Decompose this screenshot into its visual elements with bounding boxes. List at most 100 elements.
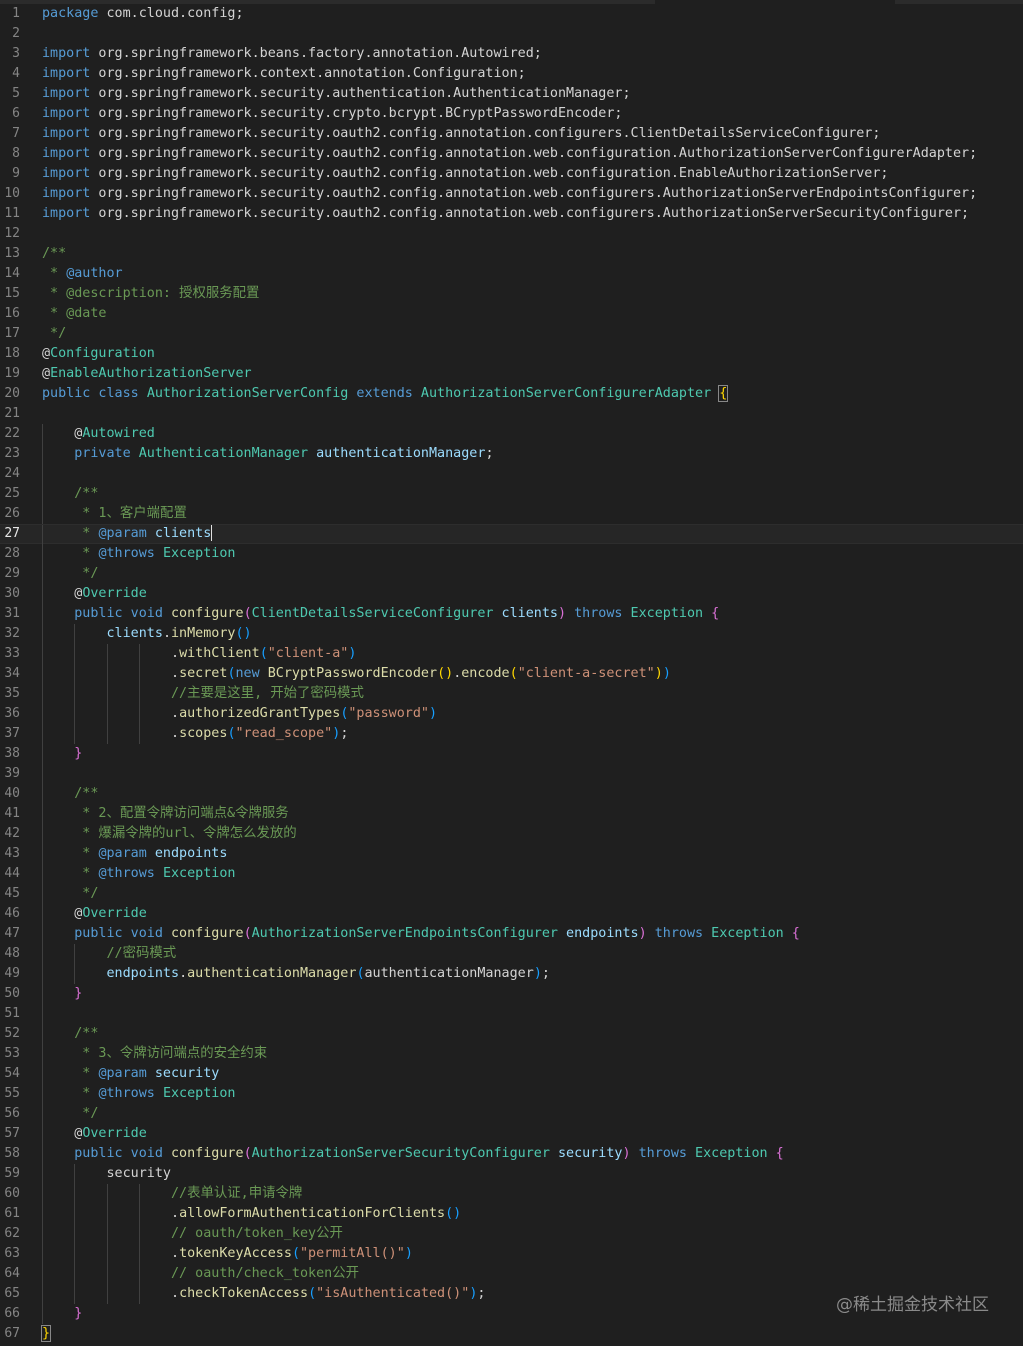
code-line[interactable]: 67} bbox=[0, 1324, 1023, 1344]
code-line[interactable]: 26 * 1、客户端配置 bbox=[0, 504, 1023, 524]
code-line[interactable]: 20 public class AuthorizationServerConfig… bbox=[0, 384, 1023, 404]
code-line[interactable]: 5 import org.springframework.security.aut… bbox=[0, 84, 1023, 104]
code-line[interactable]: 39 bbox=[0, 764, 1023, 784]
code-line[interactable]: 63 .tokenKeyAccess("permitAll()") bbox=[0, 1244, 1023, 1264]
code-line[interactable]: 47 public void configure(AuthorizationSe… bbox=[0, 924, 1023, 944]
code-line[interactable]: 56 */ bbox=[0, 1104, 1023, 1124]
code-token: throws bbox=[630, 1146, 696, 1161]
code-line[interactable]: 28 * @throws Exception bbox=[0, 544, 1023, 564]
code-line[interactable]: 33 .withClient("client-a") bbox=[0, 644, 1023, 664]
code-line[interactable]: 8 import org.springframework.security.oau… bbox=[0, 144, 1023, 164]
code-token: () bbox=[235, 626, 252, 641]
code-line[interactable]: 46 @Override bbox=[0, 904, 1023, 924]
code-line[interactable]: 64 // oauth/check_token公开 bbox=[0, 1264, 1023, 1284]
code-token: "read_scope" bbox=[235, 726, 333, 741]
code-line[interactable]: 35 //主要是这里, 开始了密码模式 bbox=[0, 684, 1023, 704]
code-line[interactable]: 25 /** bbox=[0, 484, 1023, 504]
line-number: 44 bbox=[4, 866, 20, 881]
code-line[interactable]: 17 */ bbox=[0, 324, 1023, 344]
code-text: .secret(new BCryptPasswordEncoder().enco… bbox=[42, 664, 671, 684]
code-token: @param bbox=[98, 1066, 147, 1081]
code-token: authenticationManager bbox=[364, 966, 534, 981]
code-token: ( bbox=[227, 666, 236, 681]
code-line[interactable]: 27 * @param clients bbox=[0, 524, 1023, 545]
code-token: // oauth/check_token公开 bbox=[42, 1266, 360, 1281]
code-line[interactable]: 24 bbox=[0, 464, 1023, 484]
code-text: import org.springframework.context.annot… bbox=[42, 64, 526, 84]
code-line[interactable]: 2 bbox=[0, 24, 1023, 44]
line-number: 18 bbox=[4, 346, 20, 361]
code-line[interactable]: 59 security bbox=[0, 1164, 1023, 1184]
line-number: 43 bbox=[4, 846, 20, 861]
code-token: * 3、令牌访问端点的安全约束 bbox=[42, 1046, 268, 1061]
code-line[interactable]: 32 clients.inMemory() bbox=[0, 624, 1023, 644]
code-text: security bbox=[42, 1164, 171, 1184]
code-editor[interactable]: 1 package com.cloud.config; 2 3 import org.s… bbox=[0, 0, 1023, 1346]
code-line[interactable]: 36 .authorizedGrantTypes("password") bbox=[0, 704, 1023, 724]
code-line[interactable]: 50 } bbox=[0, 984, 1023, 1004]
code-line[interactable]: 48 //密码模式 bbox=[0, 944, 1023, 964]
code-text: * 1、客户端配置 bbox=[42, 504, 187, 524]
code-line[interactable]: 29 */ bbox=[0, 564, 1023, 584]
code-line[interactable]: 37 .scopes("read_scope"); bbox=[0, 724, 1023, 744]
code-line[interactable]: 62 // oauth/token_key公开 bbox=[0, 1224, 1023, 1244]
code-line[interactable]: 45 */ bbox=[0, 884, 1023, 904]
code-line[interactable]: 3 import org.springframework.beans.factor… bbox=[0, 44, 1023, 64]
code-token: secret bbox=[179, 666, 228, 681]
line-number: 33 bbox=[4, 646, 20, 661]
code-token: import bbox=[42, 186, 91, 201]
line-number: 41 bbox=[4, 806, 20, 821]
code-line[interactable]: 51 bbox=[0, 1004, 1023, 1024]
code-line[interactable]: 7 import org.springframework.security.oau… bbox=[0, 124, 1023, 144]
line-number: 20 bbox=[4, 386, 20, 401]
code-line[interactable]: 31 public void configure(ClientDetailsSe… bbox=[0, 604, 1023, 624]
code-line[interactable]: 58 public void configure(AuthorizationSe… bbox=[0, 1144, 1023, 1164]
code-token: AuthorizationServerConfigurerAdapter bbox=[420, 386, 712, 401]
code-line[interactable]: 55 * @throws Exception bbox=[0, 1084, 1023, 1104]
code-line[interactable]: 10 import org.springframework.security.oa… bbox=[0, 184, 1023, 204]
code-line[interactable]: 16 * @date bbox=[0, 304, 1023, 324]
code-line[interactable]: 34 .secret(new BCryptPasswordEncoder().e… bbox=[0, 664, 1023, 684]
code-token: @ bbox=[42, 346, 51, 361]
code-line[interactable]: 30 @Override bbox=[0, 584, 1023, 604]
code-line[interactable]: 6 import org.springframework.security.cry… bbox=[0, 104, 1023, 124]
code-line[interactable]: 12 bbox=[0, 224, 1023, 244]
code-line[interactable]: 4 import org.springframework.context.anno… bbox=[0, 64, 1023, 84]
code-line[interactable]: 22 @Autowired bbox=[0, 424, 1023, 444]
code-line[interactable]: 18 @Configuration bbox=[0, 344, 1023, 364]
code-token: * 爆漏令牌的url、令牌怎么发放的 bbox=[42, 826, 297, 841]
code-line[interactable]: 44 * @throws Exception bbox=[0, 864, 1023, 884]
line-number: 13 bbox=[4, 246, 20, 261]
code-token: AuthenticationManager bbox=[138, 446, 309, 461]
code-line[interactable]: 41 * 2、配置令牌访问端点&令牌服务 bbox=[0, 804, 1023, 824]
code-line[interactable]: 14 * @author bbox=[0, 264, 1023, 284]
code-line[interactable]: 1 package com.cloud.config; bbox=[0, 4, 1023, 24]
code-line[interactable]: 11 import org.springframework.security.oa… bbox=[0, 204, 1023, 224]
code-line[interactable]: 60 //表单认证,申请令牌 bbox=[0, 1184, 1023, 1204]
code-line[interactable]: 23 private AuthenticationManager authent… bbox=[0, 444, 1023, 464]
code-line[interactable]: 38 } bbox=[0, 744, 1023, 764]
code-text: * @description: 授权服务配置 bbox=[42, 284, 259, 304]
code-line[interactable]: 19 @EnableAuthorizationServer bbox=[0, 364, 1023, 384]
code-text: */ bbox=[42, 884, 98, 904]
code-line[interactable]: 57 @Override bbox=[0, 1124, 1023, 1144]
code-line[interactable]: 53 * 3、令牌访问端点的安全约束 bbox=[0, 1044, 1023, 1064]
code-line[interactable]: 13 /** bbox=[0, 244, 1023, 264]
code-line[interactable]: 43 * @param endpoints bbox=[0, 844, 1023, 864]
code-line[interactable]: 21 bbox=[0, 404, 1023, 424]
code-line[interactable]: 54 * @param security bbox=[0, 1064, 1023, 1084]
code-token: security bbox=[154, 1066, 220, 1081]
code-line[interactable]: 61 .allowFormAuthenticationForClients() bbox=[0, 1204, 1023, 1224]
code-token: package bbox=[42, 6, 99, 21]
code-token: () bbox=[445, 1206, 462, 1221]
code-line[interactable]: 52 /** bbox=[0, 1024, 1023, 1044]
code-line[interactable]: 49 endpoints.authenticationManager(authe… bbox=[0, 964, 1023, 984]
code-line[interactable]: 9 import org.springframework.security.oau… bbox=[0, 164, 1023, 184]
code-token: . bbox=[42, 726, 180, 741]
code-line[interactable]: 42 * 爆漏令牌的url、令牌怎么发放的 bbox=[0, 824, 1023, 844]
code-token: Override bbox=[82, 906, 147, 921]
code-token: * bbox=[42, 266, 67, 281]
code-line[interactable]: 40 /** bbox=[0, 784, 1023, 804]
code-line[interactable]: 15 * @description: 授权服务配置 bbox=[0, 284, 1023, 304]
